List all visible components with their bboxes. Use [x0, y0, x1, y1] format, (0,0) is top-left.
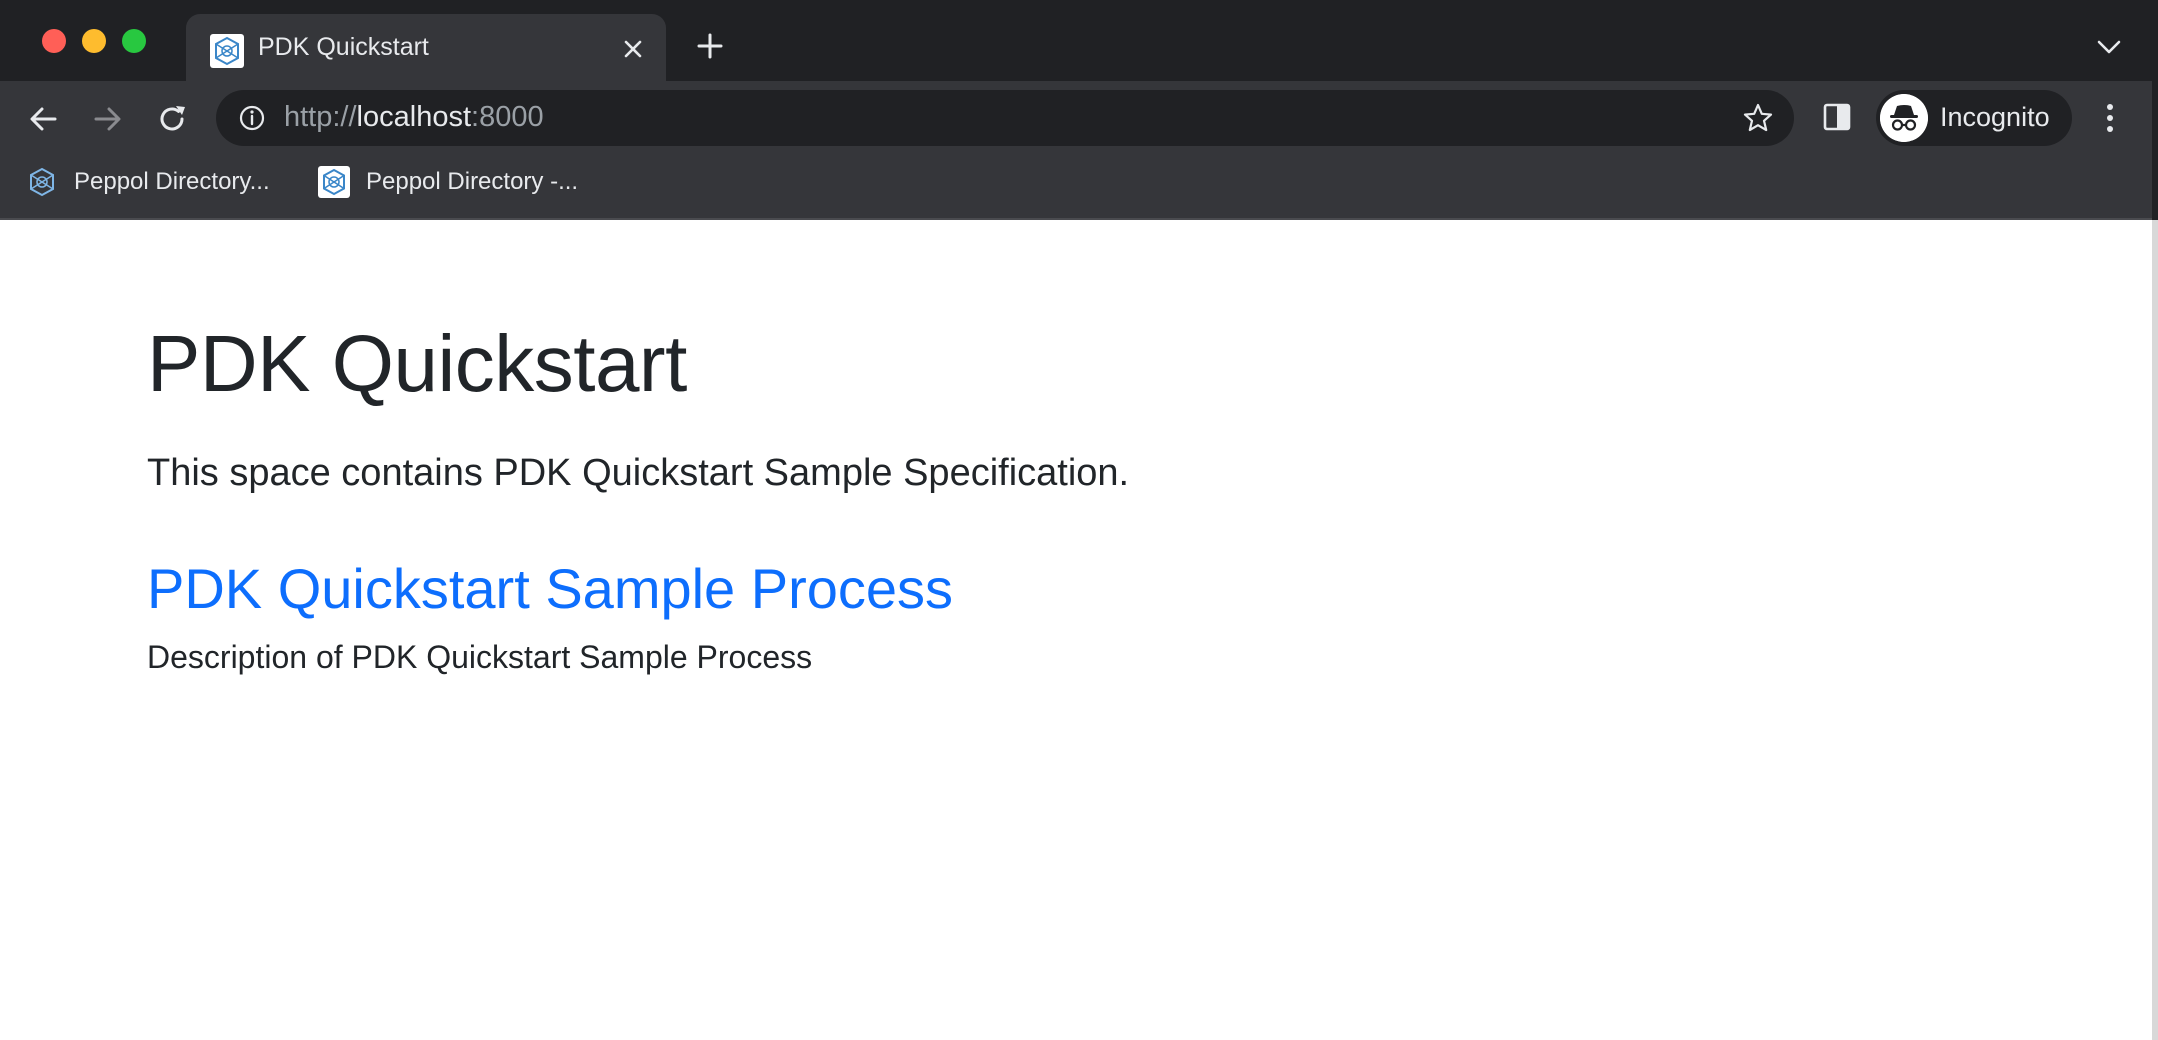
- browser-menu-icon[interactable]: [2096, 101, 2124, 135]
- minimize-window-button[interactable]: [82, 29, 106, 53]
- tab-active[interactable]: PDK Quickstart: [186, 14, 666, 81]
- close-tab-icon[interactable]: [620, 36, 646, 62]
- peppol-favicon-icon: [30, 167, 54, 197]
- bookmark-star-icon[interactable]: [1742, 102, 1774, 134]
- bookmark-peppol-directory-2[interactable]: Peppol Directory -...: [318, 162, 608, 202]
- bookmark-peppol-directory-1[interactable]: Peppol Directory...: [26, 162, 286, 202]
- reload-icon[interactable]: [155, 102, 189, 136]
- url-text[interactable]: http://localhost:8000: [284, 101, 544, 134]
- address-bar[interactable]: http://localhost:8000: [216, 90, 1794, 146]
- window-edge-top: [2152, 0, 2158, 220]
- url-port: :8000: [471, 101, 544, 133]
- close-window-button[interactable]: [42, 29, 66, 53]
- tab-title: PDK Quickstart: [258, 33, 429, 61]
- peppol-favicon-icon: [318, 166, 350, 198]
- page-title: PDK Quickstart: [147, 319, 687, 408]
- profile-button[interactable]: Incognito: [1876, 90, 2072, 146]
- process-description: Description of PDK Quickstart Sample Pro…: [147, 639, 813, 675]
- peppol-favicon-icon: [210, 34, 244, 68]
- incognito-icon: [1880, 94, 1928, 142]
- maximize-window-button[interactable]: [122, 29, 146, 53]
- forward-arrow-icon[interactable]: [90, 102, 124, 136]
- tab-strip: PDK Quickstart: [0, 0, 2158, 81]
- site-info-icon[interactable]: [238, 104, 266, 132]
- bookmark-label: Peppol Directory -...: [366, 168, 579, 195]
- new-tab-icon[interactable]: [696, 32, 724, 60]
- back-arrow-icon[interactable]: [27, 102, 61, 136]
- bookmark-label: Peppol Directory...: [74, 168, 270, 195]
- process-link[interactable]: PDK Quickstart Sample Process: [147, 556, 953, 621]
- url-scheme: http://: [284, 101, 357, 133]
- toolbar-divider: [0, 218, 2158, 220]
- page-lead: This space contains PDK Quickstart Sampl…: [147, 452, 1130, 494]
- profile-label: Incognito: [1940, 102, 2050, 132]
- tab-search-chevron-icon[interactable]: [2096, 38, 2122, 56]
- browser-chrome: PDK Quickstart http://localhost:8000 Inc…: [0, 0, 2158, 220]
- url-host: localhost: [356, 101, 472, 133]
- side-panel-icon[interactable]: [1822, 102, 1852, 132]
